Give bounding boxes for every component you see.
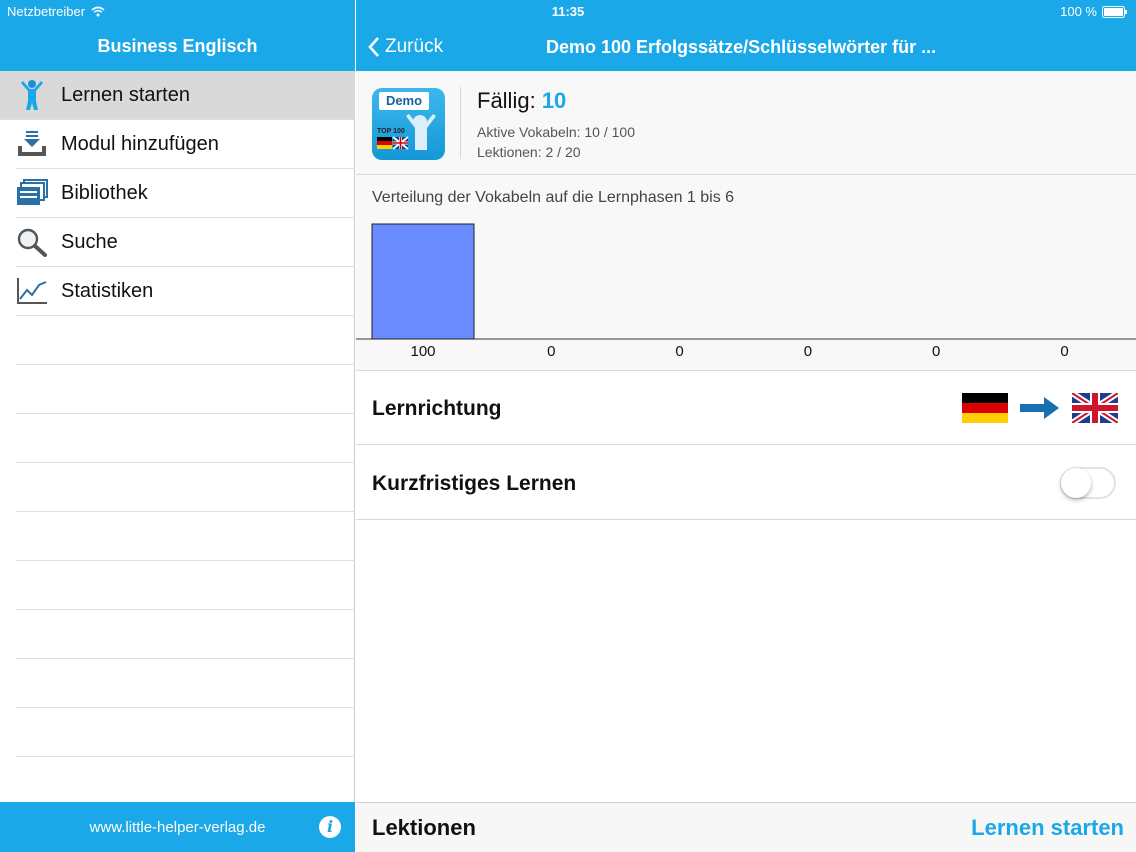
- learning-direction-row[interactable]: Lernrichtung: [356, 371, 1136, 445]
- navigation-bar: 11:35 100 % Zurück Demo 100 Erfolgssätze…: [356, 0, 1136, 71]
- person-cheering-icon: [16, 79, 48, 111]
- chart-canvas: 100 0 0 0 0 0: [356, 223, 1136, 360]
- arrow-right-icon: [1020, 397, 1059, 419]
- carrier-label: Netzbetreiber: [7, 4, 86, 19]
- sidebar-item-lernen-starten[interactable]: Lernen starten: [0, 71, 355, 120]
- publisher-link[interactable]: www.little-helper-verlag.de: [0, 819, 355, 836]
- uk-flag-icon: [1072, 393, 1118, 423]
- chart-value-label-phase-4: 0: [804, 343, 812, 360]
- due-count: Fällig: 10: [477, 88, 566, 114]
- chevron-left-icon: [368, 37, 379, 57]
- short-term-learning-toggle[interactable]: [1060, 467, 1116, 499]
- status-carrier: Netzbetreiber: [7, 4, 105, 19]
- direction-flags: [962, 393, 1118, 423]
- sidebar-item-statistiken[interactable]: Statistiken: [16, 267, 355, 316]
- due-value: 10: [541, 88, 567, 113]
- sidebar: Netzbetreiber Business Englisch Lernen s…: [0, 0, 355, 852]
- wifi-icon: [91, 6, 105, 17]
- sidebar-item-label: Modul hinzufügen: [61, 132, 219, 155]
- chart-value-label-phase-1: 100: [410, 343, 435, 360]
- lessons-button[interactable]: Lektionen: [372, 815, 476, 841]
- lesson-count: Lektionen: 2 / 20: [477, 144, 581, 160]
- sidebar-item-label: Lernen starten: [61, 83, 190, 106]
- empty-list-row: [16, 512, 355, 561]
- status-time: 11:35: [551, 4, 585, 19]
- phase-distribution-chart: Verteilung der Vokabeln auf die Lernphas…: [356, 175, 1136, 371]
- sidebar-item-suche[interactable]: Suche: [16, 218, 355, 267]
- start-learning-button[interactable]: Lernen starten: [971, 815, 1124, 841]
- module-summary: Demo TOP 100 Fällig: 10 Aktive Vokabeln:…: [356, 71, 1136, 175]
- chart-value-label-phase-5: 0: [932, 343, 940, 360]
- chart-value-label-phase-6: 0: [1060, 343, 1068, 360]
- battery-icon: [1102, 5, 1127, 18]
- german-flag-icon: [962, 393, 1008, 423]
- magnifier-icon: [16, 226, 48, 258]
- chart-value-label-phase-2: 0: [547, 343, 555, 360]
- info-icon[interactable]: i: [319, 816, 341, 838]
- empty-list-row: [16, 659, 355, 708]
- empty-list-row: [16, 414, 355, 463]
- divider: [460, 87, 461, 159]
- empty-list-row: [16, 561, 355, 610]
- empty-list-row: [16, 365, 355, 414]
- sidebar-item-label: Suche: [61, 230, 118, 253]
- sidebar-item-bibliothek[interactable]: Bibliothek: [16, 169, 355, 218]
- page-title: Demo 100 Erfolgssätze/Schlüsselwörter fü…: [546, 37, 937, 57]
- chart-value-label-phase-3: 0: [675, 343, 683, 360]
- empty-list-row: [16, 708, 355, 757]
- app-root: Netzbetreiber Business Englisch Lernen s…: [0, 0, 1136, 852]
- sidebar-footer: www.little-helper-verlag.de i: [0, 802, 355, 852]
- empty-list-row: [16, 316, 355, 365]
- sidebar-item-label: Statistiken: [61, 279, 154, 302]
- back-button[interactable]: Zurück: [368, 36, 443, 58]
- short-term-learning-row: Kurzfristiges Lernen: [356, 446, 1136, 520]
- empty-list-row: [16, 610, 355, 659]
- back-label: Zurück: [385, 36, 444, 57]
- library-stack-icon: [16, 177, 48, 209]
- cheering-figure-icon: [377, 114, 436, 150]
- line-chart-icon: [16, 275, 48, 307]
- toggle-knob: [1061, 468, 1091, 498]
- download-tray-icon: [16, 128, 48, 160]
- module-cover-icon: Demo TOP 100: [372, 88, 445, 160]
- sidebar-item-modul-hinzufuegen[interactable]: Modul hinzufügen: [16, 120, 355, 169]
- main-panel: 11:35 100 % Zurück Demo 100 Erfolgssätze…: [356, 0, 1136, 852]
- short-term-learning-label: Kurzfristiges Lernen: [372, 472, 577, 495]
- sidebar-title: Business Englisch: [97, 36, 258, 56]
- chart-bar-phase-1: [371, 223, 475, 340]
- learning-direction-label: Lernrichtung: [372, 397, 502, 420]
- active-vocab-count: Aktive Vokabeln: 10 / 100: [477, 124, 635, 140]
- sidebar-menu: Lernen starten Modul hinzufügen Biblioth…: [0, 71, 355, 757]
- empty-list-row: [16, 463, 355, 512]
- battery-label: 100 %: [1060, 4, 1097, 19]
- bottom-toolbar: Lektionen Lernen starten: [356, 802, 1136, 852]
- due-label: Fällig:: [477, 88, 536, 113]
- module-cover-sublabel: TOP 100: [377, 128, 405, 135]
- sidebar-item-label: Bibliothek: [61, 181, 148, 204]
- sidebar-header: Netzbetreiber Business Englisch: [0, 0, 355, 71]
- status-battery: 100 %: [1060, 4, 1128, 19]
